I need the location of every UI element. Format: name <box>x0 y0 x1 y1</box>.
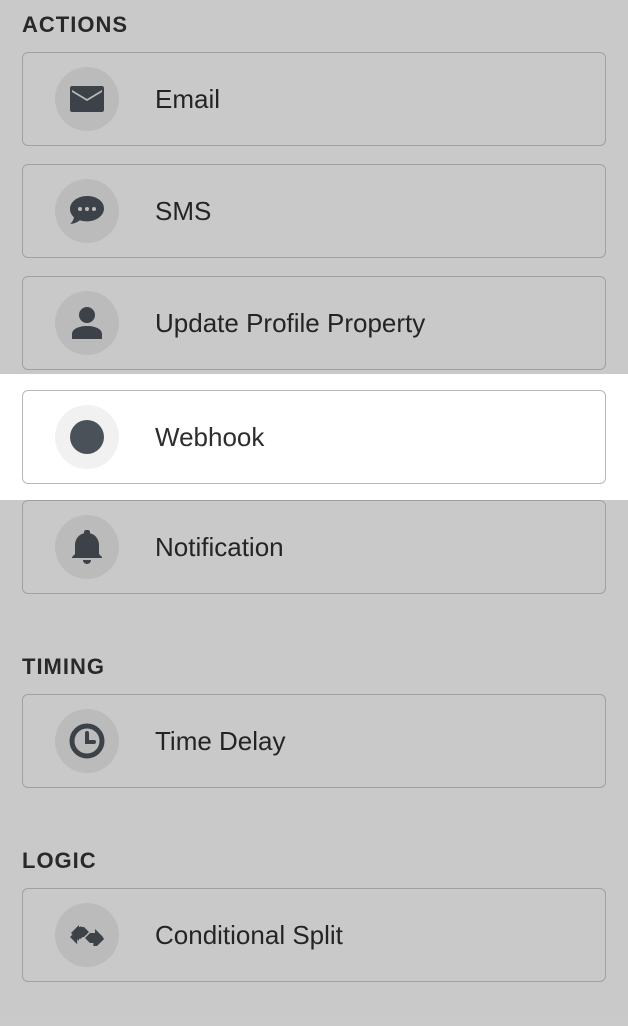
logic-item-conditional-split[interactable]: Conditional Split <box>22 888 606 982</box>
section-heading-timing: TIMING <box>22 654 606 680</box>
action-item-notification[interactable]: Notification <box>22 500 606 594</box>
action-label-notification: Notification <box>155 532 284 563</box>
action-label-email: Email <box>155 84 220 115</box>
logic-label-conditional-split: Conditional Split <box>155 920 343 951</box>
timing-item-time-delay[interactable]: Time Delay <box>22 694 606 788</box>
timing-label-time-delay: Time Delay <box>155 726 286 757</box>
section-heading-logic: LOGIC <box>22 848 606 874</box>
section-heading-actions: ACTIONS <box>22 12 606 38</box>
action-label-sms: SMS <box>155 196 211 227</box>
clock-icon <box>55 709 119 773</box>
person-icon <box>55 291 119 355</box>
action-item-update-profile[interactable]: Update Profile Property <box>22 276 606 370</box>
split-icon <box>55 903 119 967</box>
email-icon <box>55 67 119 131</box>
action-label-webhook: Webhook <box>155 422 264 453</box>
action-item-email[interactable]: Email <box>22 52 606 146</box>
action-item-webhook[interactable]: Webhook <box>22 390 606 484</box>
action-item-sms[interactable]: SMS <box>22 164 606 258</box>
bell-icon <box>55 515 119 579</box>
sms-icon <box>55 179 119 243</box>
webhook-icon <box>55 405 119 469</box>
action-label-update-profile: Update Profile Property <box>155 308 425 339</box>
